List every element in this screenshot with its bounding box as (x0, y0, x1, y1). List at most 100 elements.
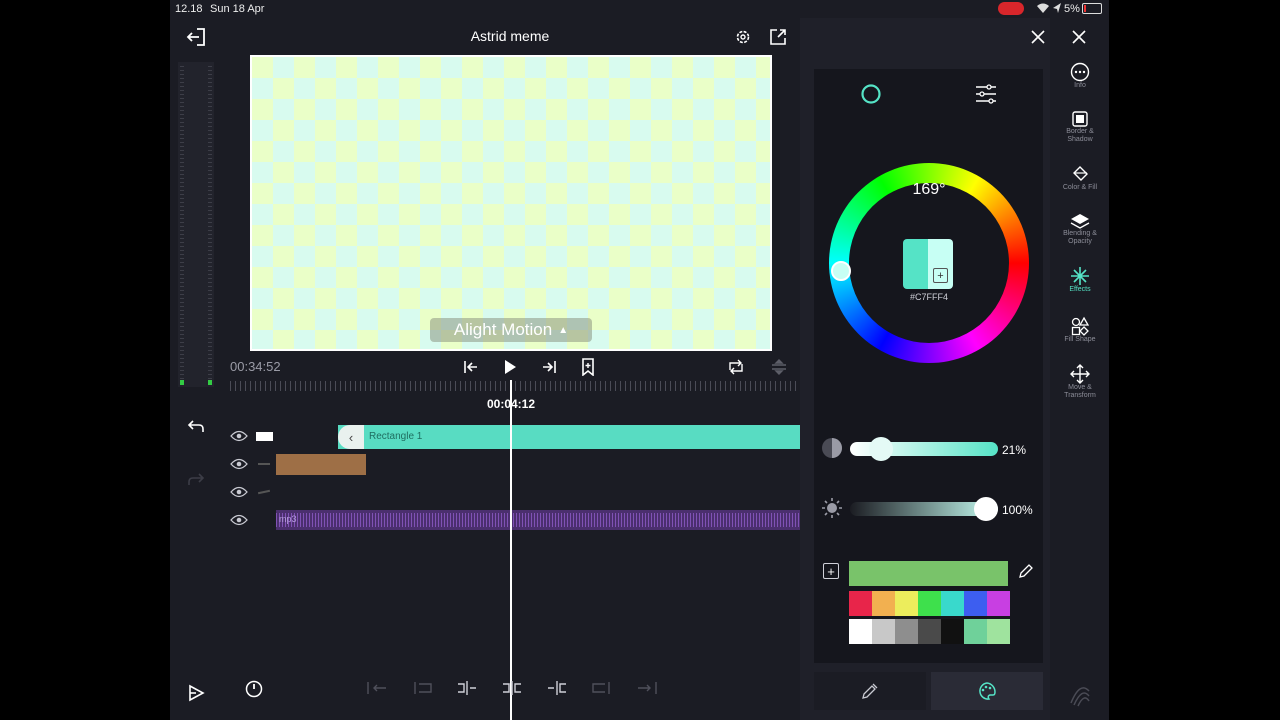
location-icon (1052, 2, 1062, 14)
hue-handle[interactable] (831, 261, 851, 281)
bookmark-icon[interactable] (577, 357, 599, 377)
color-swatch[interactable] (918, 619, 941, 644)
watermark-badge[interactable]: Alight Motion ▲ (430, 318, 592, 342)
settings-gear-icon[interactable] (732, 26, 754, 48)
color-swatch[interactable] (987, 619, 1010, 644)
skip-to-end-icon[interactable] (538, 357, 560, 377)
split-right-icon[interactable] (546, 680, 568, 698)
color-fill-panel: 169° + #C7FFF4 21% 100% + (800, 18, 1050, 720)
chevron-up-icon: ▲ (558, 324, 569, 336)
battery-icon (1082, 3, 1102, 14)
loop-icon[interactable] (725, 357, 747, 377)
sidebar-item-label: Move & Transform (1064, 384, 1096, 399)
sparkle-icon (1054, 266, 1106, 286)
swatch-row (849, 619, 1010, 644)
timeline-ruler[interactable] (230, 381, 800, 391)
alight-logo-icon (1066, 682, 1094, 710)
layer-thumbnail (258, 463, 270, 465)
sidebar-item-effects[interactable]: Effects (1054, 266, 1106, 294)
color-swatch[interactable] (941, 619, 964, 644)
clip-label: Rectangle 1 (369, 431, 423, 442)
battery-percent: 5% (1064, 3, 1080, 15)
timeline-resize-icon[interactable] (768, 357, 790, 377)
trim-left-icon[interactable] (411, 680, 433, 698)
color-swatch[interactable] (941, 591, 964, 616)
preview-canvas[interactable]: Alight Motion ▲ (250, 55, 772, 351)
color-swatch[interactable] (987, 591, 1010, 616)
sidebar-item-move-transform[interactable]: Move & Transform (1054, 364, 1106, 400)
watermark-text: Alight Motion (453, 320, 553, 339)
eye-icon[interactable] (230, 512, 248, 528)
current-swatch[interactable] (849, 561, 1008, 586)
more-icon (1054, 62, 1106, 82)
color-swatch[interactable] (872, 619, 895, 644)
close-panel-icon[interactable] (1027, 26, 1049, 48)
sidebar-item-label: Border & Shadow (1066, 128, 1094, 143)
add-swatch-icon[interactable]: + (823, 563, 839, 579)
trim-right-icon[interactable] (591, 680, 613, 698)
color-swatch[interactable] (964, 619, 987, 644)
color-swatch[interactable] (895, 619, 918, 644)
status-date: Sun 18 Apr (210, 3, 265, 15)
playhead[interactable] (510, 380, 512, 720)
properties-sidebar: Info Border & Shadow Color & Fill Blendi… (1050, 18, 1109, 720)
sidebar-item-label: Fill Shape (1064, 336, 1096, 343)
play-icon[interactable] (499, 357, 521, 377)
clip-label: mp3 (279, 514, 297, 524)
eye-icon[interactable] (230, 428, 248, 444)
add-color-icon[interactable]: + (933, 268, 948, 283)
chevron-left-icon[interactable]: ‹ (338, 425, 364, 449)
color-swatch[interactable] (918, 591, 941, 616)
close-icon[interactable] (1068, 26, 1090, 48)
hue-wheel[interactable]: 169° + #C7FFF4 (829, 163, 1029, 363)
split-left-icon[interactable] (456, 680, 478, 698)
trim-start-icon[interactable] (366, 680, 388, 698)
skip-to-start-icon[interactable] (460, 357, 482, 377)
tab-eyedropper[interactable] (814, 672, 926, 710)
sliders-mode-icon[interactable] (973, 82, 999, 106)
shapes-icon (1054, 316, 1106, 336)
speed-dial-icon[interactable] (242, 678, 266, 700)
saturation-slider[interactable] (850, 437, 998, 461)
edit-pencil-icon[interactable] (1016, 561, 1036, 581)
export-play-icon[interactable] (184, 682, 208, 704)
sidebar-item-blending-opacity[interactable]: Blending & Opacity (1054, 212, 1106, 246)
split-icon[interactable] (501, 680, 523, 698)
sidebar-item-color-fill[interactable]: Color & Fill (1054, 164, 1106, 192)
undo-icon[interactable] (184, 415, 208, 437)
sidebar-item-border-shadow[interactable]: Border & Shadow (1054, 110, 1106, 144)
eye-icon[interactable] (230, 484, 248, 500)
color-swatch[interactable] (895, 591, 918, 616)
tab-palette[interactable] (931, 672, 1043, 710)
saturation-slider-thumb[interactable] (869, 437, 894, 461)
color-picker-card: 169° + #C7FFF4 21% 100% + (814, 69, 1043, 663)
exit-project-icon[interactable] (184, 26, 208, 48)
fullscreen-icon[interactable] (767, 26, 789, 48)
color-wheel-mode-icon[interactable] (859, 82, 883, 106)
color-swatch[interactable] (849, 591, 872, 616)
color-preview-swatch[interactable]: + (903, 239, 953, 289)
hex-value[interactable]: #C7FFF4 (879, 292, 979, 302)
brightness-slider[interactable] (850, 497, 998, 521)
audio-level-meter (178, 62, 214, 387)
eye-icon[interactable] (230, 456, 248, 472)
project-title: Astrid meme (470, 28, 550, 44)
color-swatch[interactable] (872, 591, 895, 616)
sidebar-item-label: Info (1074, 82, 1086, 89)
redo-icon[interactable] (184, 468, 208, 490)
app-window: 12.18 Sun 18 Apr 5% Astrid meme Alight M… (170, 0, 1109, 720)
color-swatch[interactable] (849, 619, 872, 644)
status-bar: 12.18 Sun 18 Apr 5% (170, 0, 1109, 18)
hue-degree: 169° (912, 181, 946, 198)
layer-clip-image[interactable] (276, 454, 366, 475)
sidebar-item-fill-shape[interactable]: Fill Shape (1054, 316, 1106, 344)
saturation-icon (820, 436, 844, 460)
color-swatch[interactable] (964, 591, 987, 616)
brightness-slider-thumb[interactable] (974, 497, 998, 521)
trim-end-icon[interactable] (636, 680, 658, 698)
layer-clip-audio[interactable]: mp3 (276, 510, 800, 530)
layer-clip-rectangle[interactable]: ‹ Rectangle 1 (338, 425, 800, 449)
brightness-value: 100% (1002, 503, 1033, 517)
current-time: 00:34:52 (230, 359, 281, 374)
sidebar-item-info[interactable]: Info (1054, 62, 1106, 90)
